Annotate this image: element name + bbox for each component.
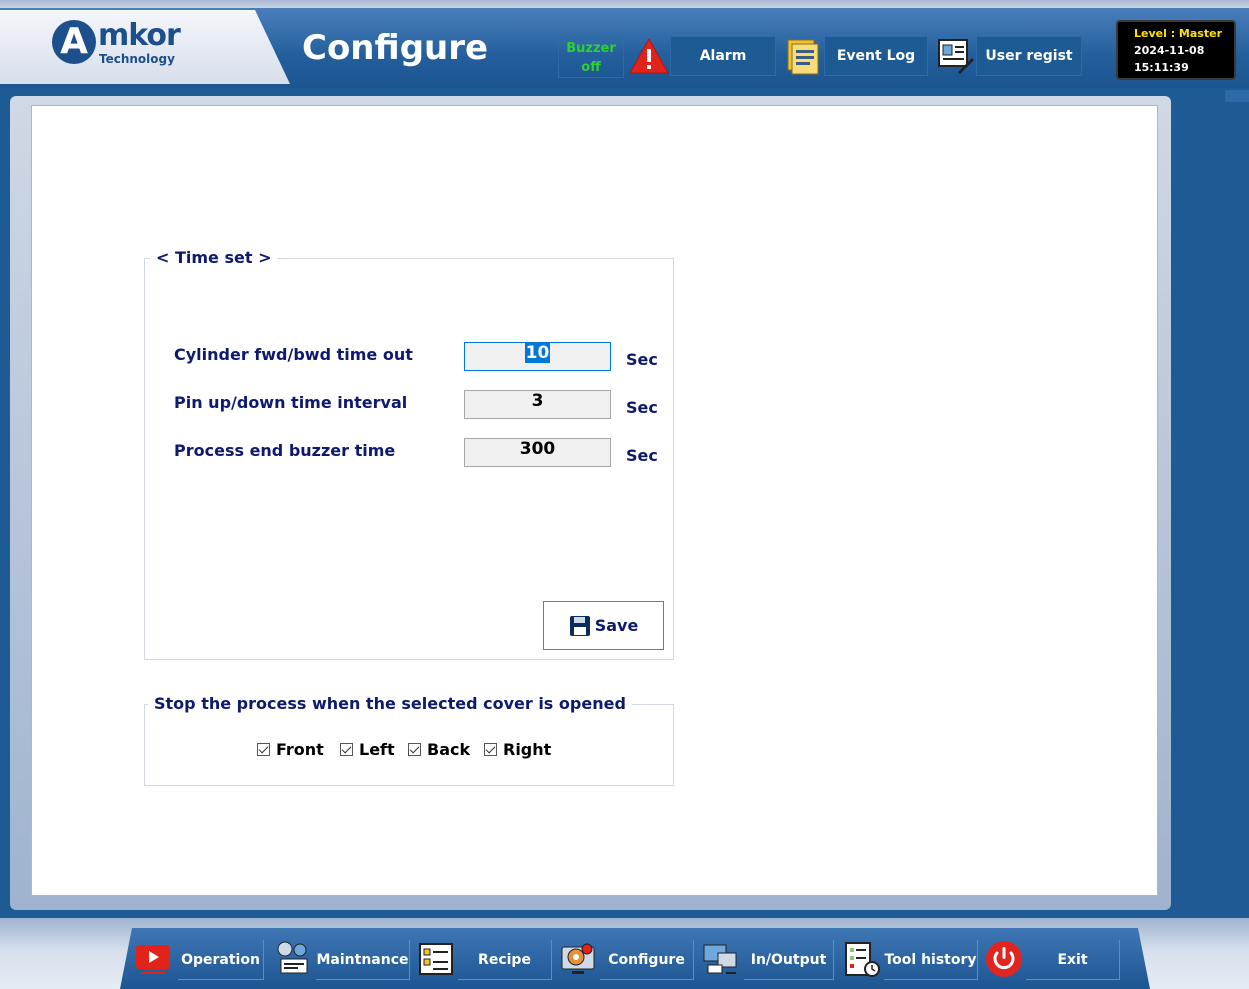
exit-power-icon (984, 939, 1024, 979)
time-set-title: < Time set > (150, 248, 278, 268)
recipe-list-icon (416, 939, 456, 979)
event-log-icon (782, 36, 824, 76)
cylinder-timeout-input[interactable]: 10 (464, 342, 611, 371)
logo-text: mkor (98, 18, 181, 53)
amkor-logo-icon: A (52, 20, 96, 64)
user-regist-button[interactable]: User regist (976, 36, 1082, 76)
buzzer-label: Buzzer (566, 41, 616, 56)
nav-recipe[interactable]: Recipe (458, 940, 552, 980)
back-cover-checkbox[interactable]: Back (408, 740, 470, 759)
buzzer-time-label: Process end buzzer time (174, 441, 396, 460)
right-cover-label: Right (503, 740, 552, 759)
pin-interval-label: Pin up/down time interval (174, 393, 408, 412)
alarm-button[interactable]: Alarm (670, 36, 776, 76)
cylinder-timeout-unit: Sec (626, 350, 658, 369)
front-cover-checkbox[interactable]: Front (257, 740, 324, 759)
operation-play-icon (133, 939, 173, 979)
check-icon (257, 743, 270, 756)
configure-gear-icon (558, 939, 598, 979)
nav-configure[interactable]: Configure (600, 940, 694, 980)
save-button[interactable]: Save (543, 601, 664, 650)
tool-history-checklist-icon (842, 939, 882, 979)
buzzer-time-value: 300 (519, 439, 556, 459)
status-date: 2024-11-08 (1134, 44, 1205, 57)
alarm-warning-icon (628, 36, 670, 76)
save-disk-icon (569, 615, 590, 636)
nav-tool-history[interactable]: Tool history (884, 940, 978, 980)
page-title: Configure (302, 28, 489, 68)
nav-inoutput[interactable]: In/Output (744, 940, 834, 980)
cylinder-timeout-label: Cylinder fwd/bwd time out (174, 345, 413, 364)
inoutput-computer-icon (700, 939, 740, 979)
buzzer-time-input[interactable]: 300 (464, 438, 611, 467)
status-panel: Level : Master 2024-11-08 15:11:39 (1116, 20, 1236, 80)
logo-subtext: Technology (99, 52, 175, 66)
left-cover-label: Left (359, 740, 395, 759)
nav-maintenance[interactable]: Maintnance (316, 940, 410, 980)
check-icon (340, 743, 353, 756)
back-cover-label: Back (427, 740, 471, 759)
left-cover-checkbox[interactable]: Left (340, 740, 395, 759)
pin-interval-unit: Sec (626, 398, 658, 417)
user-level: Level : Master (1134, 27, 1222, 40)
right-side-strip (1180, 90, 1249, 920)
check-icon (408, 743, 421, 756)
nav-operation[interactable]: Operation (178, 940, 264, 980)
check-icon (484, 743, 497, 756)
save-label: Save (594, 616, 639, 635)
user-registration-icon (934, 36, 976, 76)
buzzer-toggle-button[interactable]: Buzzer off (558, 36, 624, 78)
event-log-button[interactable]: Event Log (824, 36, 928, 76)
pin-interval-input[interactable]: 3 (464, 390, 611, 419)
buzzer-state: off (581, 60, 601, 75)
front-cover-label: Front (276, 740, 324, 759)
right-cover-checkbox[interactable]: Right (484, 740, 551, 759)
buzzer-time-unit: Sec (626, 446, 658, 465)
cylinder-timeout-value: 10 (524, 343, 551, 363)
status-time: 15:11:39 (1134, 61, 1189, 74)
cover-group-title: Stop the process when the selected cover… (148, 694, 632, 714)
nav-exit[interactable]: Exit (1026, 940, 1120, 980)
pin-interval-value: 3 (531, 391, 544, 411)
maintenance-gears-icon (273, 939, 313, 979)
right-strip-notch (1225, 90, 1249, 102)
